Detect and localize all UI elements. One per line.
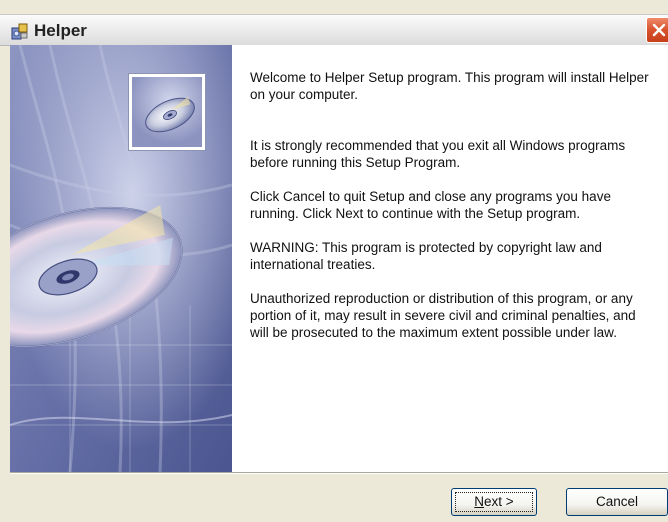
cancel-next-text: Click Cancel to quit Setup and close any…: [250, 189, 611, 221]
title-bar[interactable]: Helper: [0, 14, 668, 46]
warning-text: WARNING: This program is protected by co…: [250, 240, 602, 272]
wizard-text: Welcome to Helper Setup program. This pr…: [250, 69, 655, 341]
setup-window: Helper Welcome to Helper Setup program. …: [0, 0, 668, 522]
welcome-text: Welcome to Helper Setup program. This pr…: [250, 70, 649, 102]
close-button[interactable]: [646, 17, 668, 43]
cd-disc-icon: [132, 77, 202, 151]
unauthorized-text: Unauthorized reproduction or distributio…: [250, 291, 636, 340]
next-button[interactable]: Next >: [451, 488, 537, 516]
wizard-content: Welcome to Helper Setup program. This pr…: [0, 44, 668, 473]
cancel-button[interactable]: Cancel: [566, 488, 668, 516]
separator: [10, 472, 668, 474]
next-button-label: Next >: [474, 494, 513, 509]
cd-thumbnail: [129, 74, 205, 150]
setup-installer-icon: [11, 22, 29, 40]
next-mnemonic: N: [474, 494, 485, 509]
side-banner-image: [0, 44, 233, 473]
next-label-rest: ext >: [484, 494, 514, 509]
recommend-text: It is strongly recommended that you exit…: [250, 138, 626, 170]
window-title: Helper: [34, 21, 87, 40]
